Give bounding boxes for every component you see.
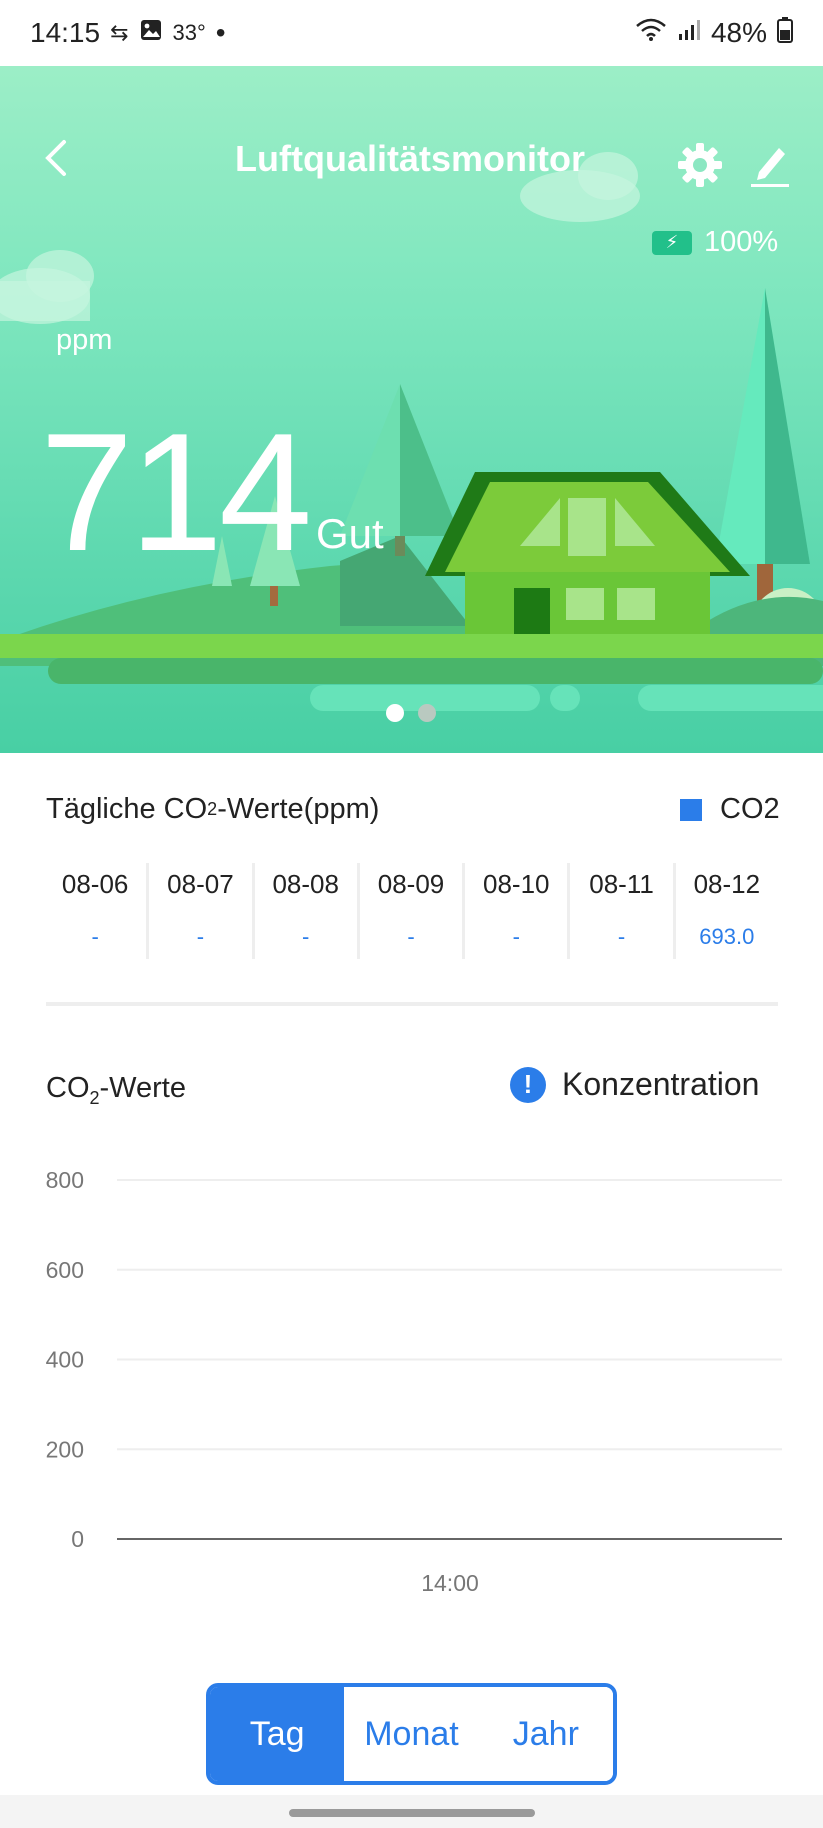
chart-title-suffix: -Werte — [99, 1072, 186, 1104]
day-column: 08-07 - — [146, 863, 251, 959]
day-date: 08-10 — [483, 869, 550, 899]
page-indicator — [386, 704, 436, 722]
y-tick-label: 200 — [46, 1436, 84, 1462]
status-right: 48% — [635, 16, 793, 50]
settings-button[interactable] — [675, 140, 725, 190]
day-column: 08-09 - — [356, 863, 462, 959]
home-indicator[interactable] — [289, 1809, 535, 1817]
page-dot-1[interactable] — [386, 704, 404, 722]
day-date: 08-12 — [693, 869, 761, 899]
day-value: - — [512, 924, 520, 949]
day-column: 08-10 - — [462, 863, 567, 959]
device-battery: ⚡ 100% — [652, 226, 778, 259]
tab-day[interactable]: Tag — [210, 1687, 345, 1781]
y-tick-label: 400 — [46, 1347, 84, 1373]
device-battery-level: 100% — [704, 226, 779, 258]
daily-legend: CO2 — [680, 793, 780, 826]
page-dot-2[interactable] — [418, 704, 436, 722]
y-tick-label: 600 — [46, 1257, 84, 1283]
day-value: - — [196, 924, 205, 949]
system-nav-bar — [0, 1795, 823, 1828]
y-tick-label: 800 — [46, 1167, 84, 1193]
status-left: 14:15 ⇆ 33° • — [30, 17, 226, 49]
day-date: 08-09 — [377, 869, 445, 899]
range-selector: Tag Monat Jahr — [206, 1683, 617, 1785]
day-date: 08-06 — [61, 869, 129, 899]
day-date: 08-11 — [589, 869, 654, 899]
legend-label: CO2 — [720, 793, 780, 825]
chart-title-sub: 2 — [89, 1087, 100, 1108]
back-arrow-icon — [45, 140, 66, 176]
signal-icon — [677, 17, 701, 49]
concentration-info[interactable]: ! Konzentration — [510, 1066, 759, 1103]
hero-panel: Luftqualitätsmonitor ⚡ 100% ppm 714 Gut — [0, 66, 823, 753]
chart-title: CO2-Werte — [46, 1072, 186, 1109]
day-value: - — [407, 924, 415, 949]
daily-title-suffix: -Werte(ppm) — [217, 793, 380, 825]
daily-title: Tägliche CO 2 -Werte(ppm) — [46, 793, 379, 826]
gear-icon — [678, 143, 722, 187]
co2-reading: 714 — [40, 398, 312, 586]
back-button[interactable] — [36, 136, 80, 180]
chart-title-prefix: CO — [46, 1072, 90, 1104]
info-icon[interactable]: ! — [510, 1066, 546, 1103]
day-column: 08-11 - — [567, 863, 672, 959]
daily-title-sub: 2 — [207, 799, 218, 819]
tab-year[interactable]: Jahr — [478, 1687, 613, 1781]
day-column: 08-08 - — [251, 863, 357, 959]
edit-button[interactable] — [745, 140, 795, 190]
day-value: - — [617, 924, 626, 949]
quality-label: Gut — [316, 510, 384, 557]
status-time: 14:15 — [30, 17, 101, 48]
x-tick-label: 14:00 — [421, 1570, 479, 1596]
day-value: 693.0 — [699, 924, 755, 949]
day-value: - — [91, 924, 99, 949]
wifi-icon — [635, 17, 667, 49]
battery-icon — [777, 16, 793, 50]
section-divider — [46, 1002, 778, 1006]
y-tick-label: 0 — [71, 1526, 84, 1552]
day-date: 08-07 — [167, 869, 234, 899]
concentration-label: Konzentration — [562, 1066, 760, 1102]
image-icon — [139, 17, 163, 49]
status-temperature: 33° — [172, 20, 206, 45]
unit-label: ppm — [56, 324, 113, 356]
status-battery-percent: 48% — [710, 17, 767, 48]
day-value: - — [302, 924, 310, 949]
battery-charging-icon: ⚡ — [652, 230, 692, 255]
daily-values-row: 08-06 - 08-07 - 08-08 - 08-09 - 08-10 - 08-11… — [44, 863, 778, 959]
page-title: Luftqualitätsmonitor — [235, 138, 585, 179]
day-column: 08-12 693.0 — [672, 863, 778, 959]
status-bar: 14:15 ⇆ 33° • 48% — [0, 0, 823, 66]
edit-pencil-icon — [751, 148, 789, 187]
co2-line-chart: 0 200 400 600 800 14:00 — [46, 1167, 782, 1596]
daily-title-prefix: Tägliche CO — [46, 793, 208, 825]
day-date: 08-08 — [272, 869, 339, 899]
legend-swatch — [680, 798, 702, 821]
day-column: 08-06 - — [44, 863, 146, 959]
tab-month[interactable]: Monat — [344, 1687, 479, 1781]
dot-icon: • — [215, 17, 226, 48]
data-transfer-icon: ⇆ — [110, 20, 129, 45]
